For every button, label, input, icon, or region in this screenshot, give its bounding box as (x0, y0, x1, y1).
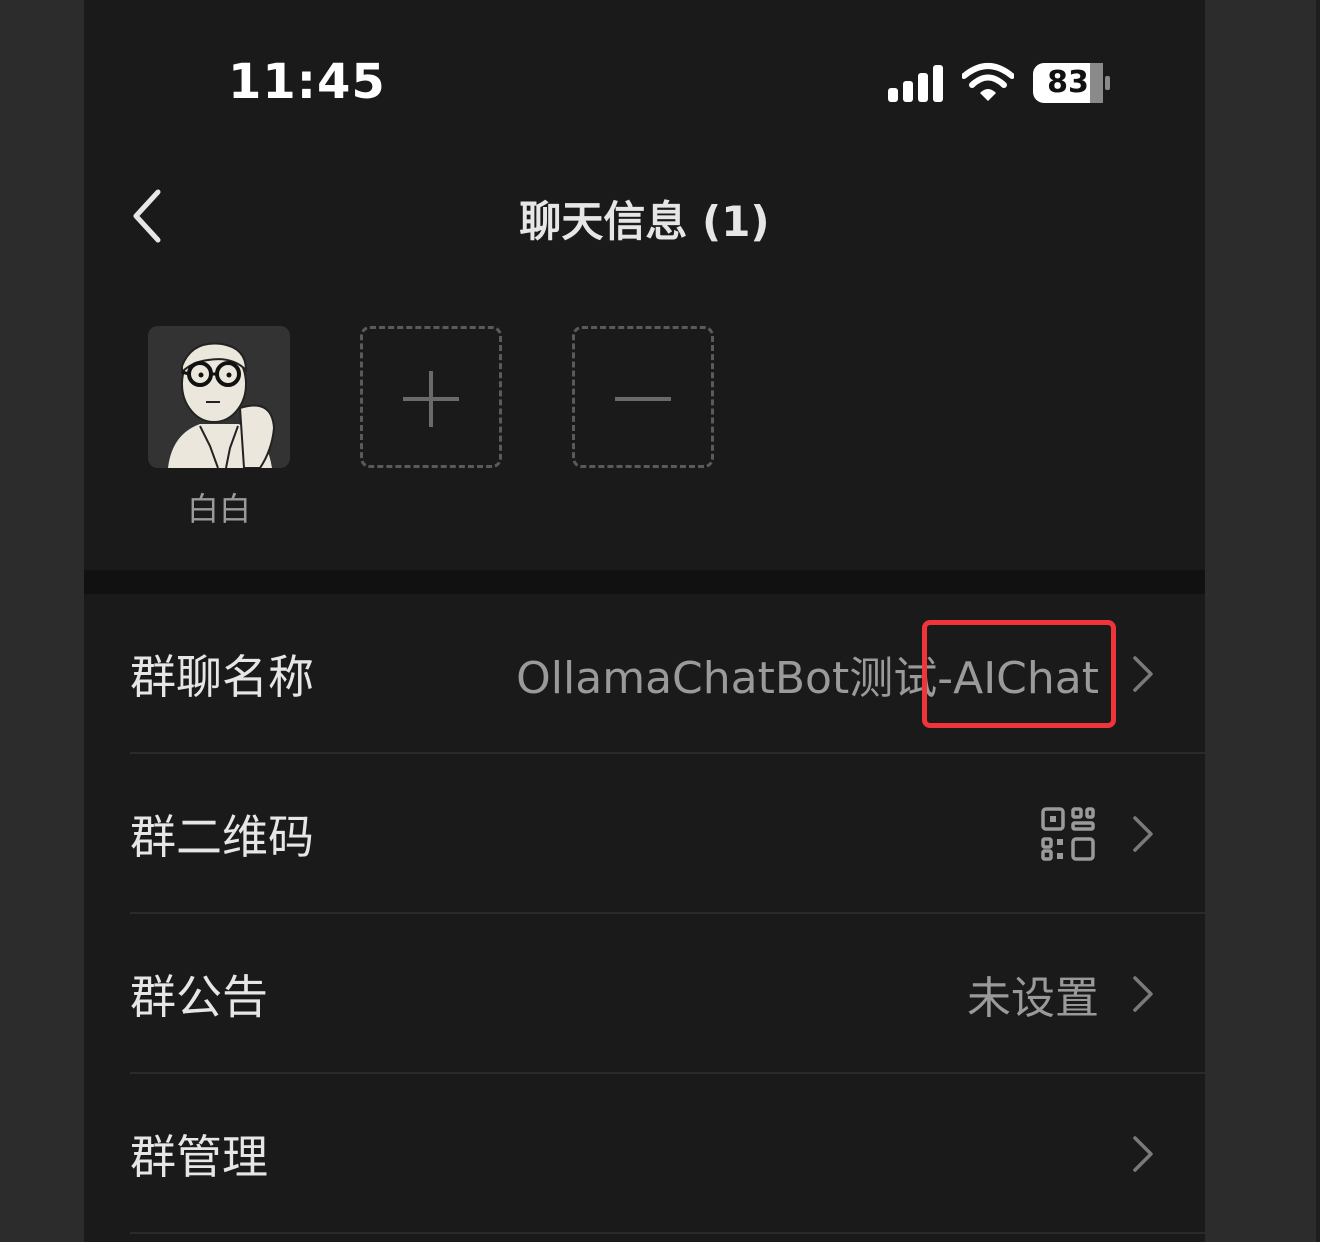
group-qr-code-row[interactable]: 群二维码 (84, 754, 1205, 914)
plus-icon (403, 371, 459, 427)
announcement-value: 未设置 (967, 973, 1099, 1024)
wifi-icon (962, 63, 1014, 101)
page-title: 聊天信息 (1) (519, 197, 770, 246)
signal-icon (888, 65, 943, 102)
chat-info-screen: 11:45 83 聊天信息 (1) 白白 群聊名称 OllamaChatBot测… (84, 0, 1205, 1242)
chevron-right-icon (1133, 656, 1153, 692)
chevron-right-icon (1133, 816, 1153, 852)
avatar[interactable] (148, 326, 290, 468)
status-time: 11:45 (228, 54, 386, 110)
qr-code-icon (1041, 807, 1095, 861)
window-edge (1316, 0, 1320, 1242)
cartoon-person-with-glasses-avatar (148, 326, 290, 468)
row-label: 群公告 (130, 970, 268, 1024)
row-label: 群管理 (130, 1130, 268, 1184)
row-divider (130, 1232, 1205, 1234)
highlight-annotation-box (922, 620, 1116, 728)
group-management-row[interactable]: 群管理 (84, 1074, 1205, 1234)
chevron-right-icon (1133, 976, 1153, 1012)
add-member-button[interactable] (360, 326, 502, 468)
chevron-right-icon (1133, 1136, 1153, 1172)
group-announcement-row[interactable]: 群公告 未设置 (84, 914, 1205, 1074)
row-label: 群聊名称 (130, 650, 314, 704)
battery-level: 83 (1047, 65, 1089, 100)
member-name: 白白 (186, 490, 251, 528)
row-label: 群二维码 (130, 810, 314, 864)
minus-icon (615, 397, 671, 401)
section-divider (84, 570, 1205, 594)
remove-member-button[interactable] (572, 326, 714, 468)
